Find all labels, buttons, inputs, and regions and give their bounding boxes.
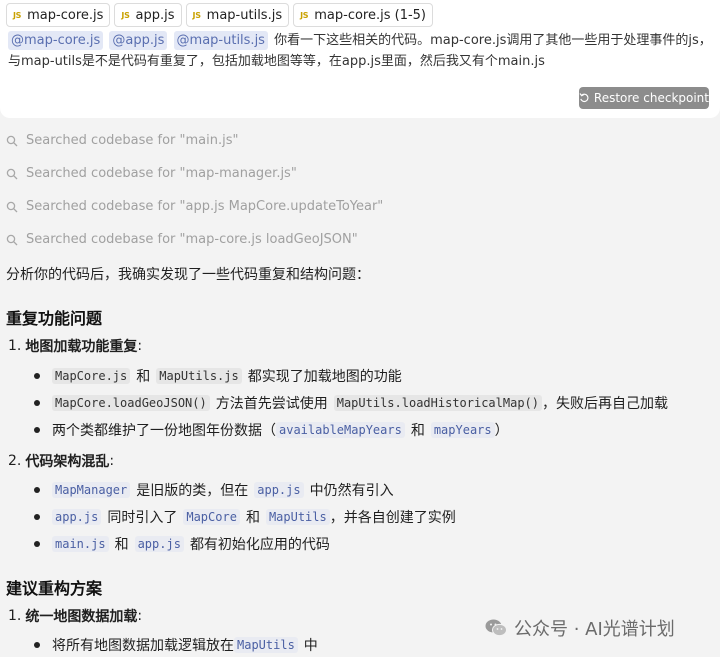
list-item-map-loading: 1. 地图加载功能重复 :	[8, 336, 142, 356]
mention-map-utils[interactable]: @map-utils.js	[173, 31, 268, 50]
inline-code: MapCore	[183, 509, 240, 525]
search-step-label: Searched codebase for "map-core.js loadG…	[26, 232, 358, 247]
bullet-text: 同时引入了	[107, 510, 178, 526]
file-chip-map-utils[interactable]: JS map-utils.js	[185, 3, 290, 27]
inline-code: MapUtils.js	[156, 368, 242, 384]
list-number: 1.	[8, 338, 22, 354]
bullet-item: MapCore.js 和 MapUtils.js 都实现了加载地图的功能	[34, 366, 402, 386]
list-number: 1.	[8, 608, 22, 624]
file-chip-map-core[interactable]: JS map-core.js	[6, 3, 111, 27]
mention-map-core[interactable]: @map-core.js	[8, 31, 104, 50]
bullet-text: 方法首先尝试使用	[215, 396, 328, 412]
bullet-dot	[34, 514, 40, 520]
bullet-dot	[34, 400, 40, 406]
search-step-label: Searched codebase for "app.js MapCore.up…	[26, 199, 384, 214]
search-step: Searched codebase for "app.js MapCore.up…	[6, 199, 383, 214]
attached-files: JS map-core.js JS app.js JS map-utils.js…	[6, 3, 434, 27]
bullet-item: MapCore.loadGeoJSON() 方法首先尝试使用 MapUtils.…	[34, 393, 668, 413]
watermark: 公众号 · AI光谱计划	[484, 615, 675, 641]
bullet-item: main.js 和 app.js 都有初始化应用的代码	[34, 534, 330, 554]
user-message-text: @map-core.js @app.js @map-utils.js 你看一下这…	[8, 30, 716, 72]
search-step: Searched codebase for "map-core.js loadG…	[6, 232, 358, 247]
restore-checkpoint-label: Restore checkpoint	[593, 91, 709, 105]
list-item-title: 统一地图数据加载	[25, 609, 138, 625]
restore-arrow-icon	[579, 93, 589, 103]
bullet-text: 和	[136, 369, 151, 385]
inline-code: app.js	[134, 536, 184, 552]
bullet-item: MapManager 是旧版的类，但在 app.js 中仍然有引入	[34, 480, 394, 500]
bullet-item: 将所有地图数据加载逻辑放在 MapUtils 中	[34, 635, 318, 655]
watermark-text: 公众号 · AI光谱计划	[514, 619, 675, 640]
inline-code: main.js	[52, 536, 109, 552]
search-icon	[6, 201, 18, 212]
js-file-icon: JS	[192, 10, 201, 20]
list-item-unify-loading: 1. 统一地图数据加载 :	[8, 606, 142, 626]
inline-code: MapCore.loadGeoJSON()	[52, 395, 210, 411]
search-step-label: Searched codebase for "main.js"	[26, 133, 239, 148]
list-number: 2.	[8, 453, 22, 469]
bullet-text: 和	[114, 537, 129, 553]
file-chip-app[interactable]: JS app.js	[114, 3, 182, 27]
bullet-dot	[34, 487, 40, 493]
search-icon	[6, 135, 18, 146]
bullet-text: 和	[410, 423, 425, 439]
file-chip-label: map-core.js	[27, 7, 104, 23]
section-heading-refactor: 建议重构方案	[6, 579, 103, 598]
bullet-text: 将所有地图数据加载逻辑放在	[52, 638, 234, 654]
search-icon	[6, 168, 18, 179]
search-step-label: Searched codebase for "map-manager.js"	[26, 166, 297, 181]
list-item-colon: :	[137, 608, 143, 624]
response-intro: 分析你的代码后，我确实发现了一些代码重复和结构问题：	[6, 267, 370, 283]
wechat-icon	[485, 619, 507, 637]
bullet-text: ）	[494, 423, 509, 439]
bullet-text: 中仍然有引入	[309, 483, 394, 499]
bullet-text: ，并各自创建了实例	[329, 510, 456, 526]
inline-code: MapManager	[52, 482, 131, 498]
search-step: Searched codebase for "map-manager.js"	[6, 166, 297, 181]
inline-code: availableMapYears	[276, 422, 405, 438]
mention-app[interactable]: @app.js	[109, 31, 168, 50]
bullet-text: 两个类都维护了一份地图年份数据（	[52, 423, 276, 439]
bullet-dot	[34, 427, 40, 433]
list-item-title: 代码架构混乱	[25, 454, 110, 470]
file-chip-label: map-core.js (1-5)	[314, 7, 427, 23]
file-chip-map-core-range[interactable]: JS map-core.js (1-5)	[293, 3, 434, 27]
list-item-colon: :	[109, 453, 115, 469]
inline-code: app.js	[52, 509, 102, 525]
bullet-dot	[34, 541, 40, 547]
bullet-item: 两个类都维护了一份地图年份数据（ availableMapYears 和 map…	[34, 420, 509, 440]
js-file-icon: JS	[121, 10, 130, 20]
js-file-icon: JS	[300, 10, 309, 20]
inline-code: MapUtils.loadHistoricalMap()	[333, 395, 543, 411]
bullet-text: ，失败后再自己加载	[542, 396, 669, 412]
js-file-icon: JS	[13, 10, 22, 20]
bullet-dot	[34, 642, 40, 648]
bullet-text: 中	[303, 638, 318, 654]
bullet-text: 是旧版的类，但在	[136, 483, 249, 499]
bullet-text: 都有初始化应用的代码	[189, 537, 330, 553]
bullet-text: 和	[245, 510, 260, 526]
list-item-architecture: 2. 代码架构混乱 :	[8, 451, 114, 471]
list-item-title: 地图加载功能重复	[25, 339, 138, 355]
list-item-colon: :	[137, 338, 143, 354]
inline-code: MapCore.js	[52, 368, 131, 384]
file-chip-label: map-utils.js	[206, 7, 283, 23]
inline-code: mapYears	[430, 422, 495, 438]
bullet-text: 都实现了加载地图的功能	[247, 369, 402, 385]
search-step: Searched codebase for "main.js"	[6, 133, 238, 148]
section-heading-duplication: 重复功能问题	[6, 309, 103, 328]
inline-code: MapUtils	[265, 509, 330, 525]
inline-code: MapUtils	[234, 637, 298, 653]
bullet-item: app.js 同时引入了 MapCore 和 MapUtils ，并各自创建了实…	[34, 507, 456, 527]
user-message-card: JS map-core.js JS app.js JS map-utils.js…	[0, 0, 720, 118]
file-chip-label: app.js	[135, 7, 175, 23]
bullet-dot	[34, 373, 40, 379]
inline-code: app.js	[254, 482, 304, 498]
restore-checkpoint-button[interactable]: Restore checkpoint	[579, 87, 709, 109]
search-icon	[6, 234, 18, 245]
